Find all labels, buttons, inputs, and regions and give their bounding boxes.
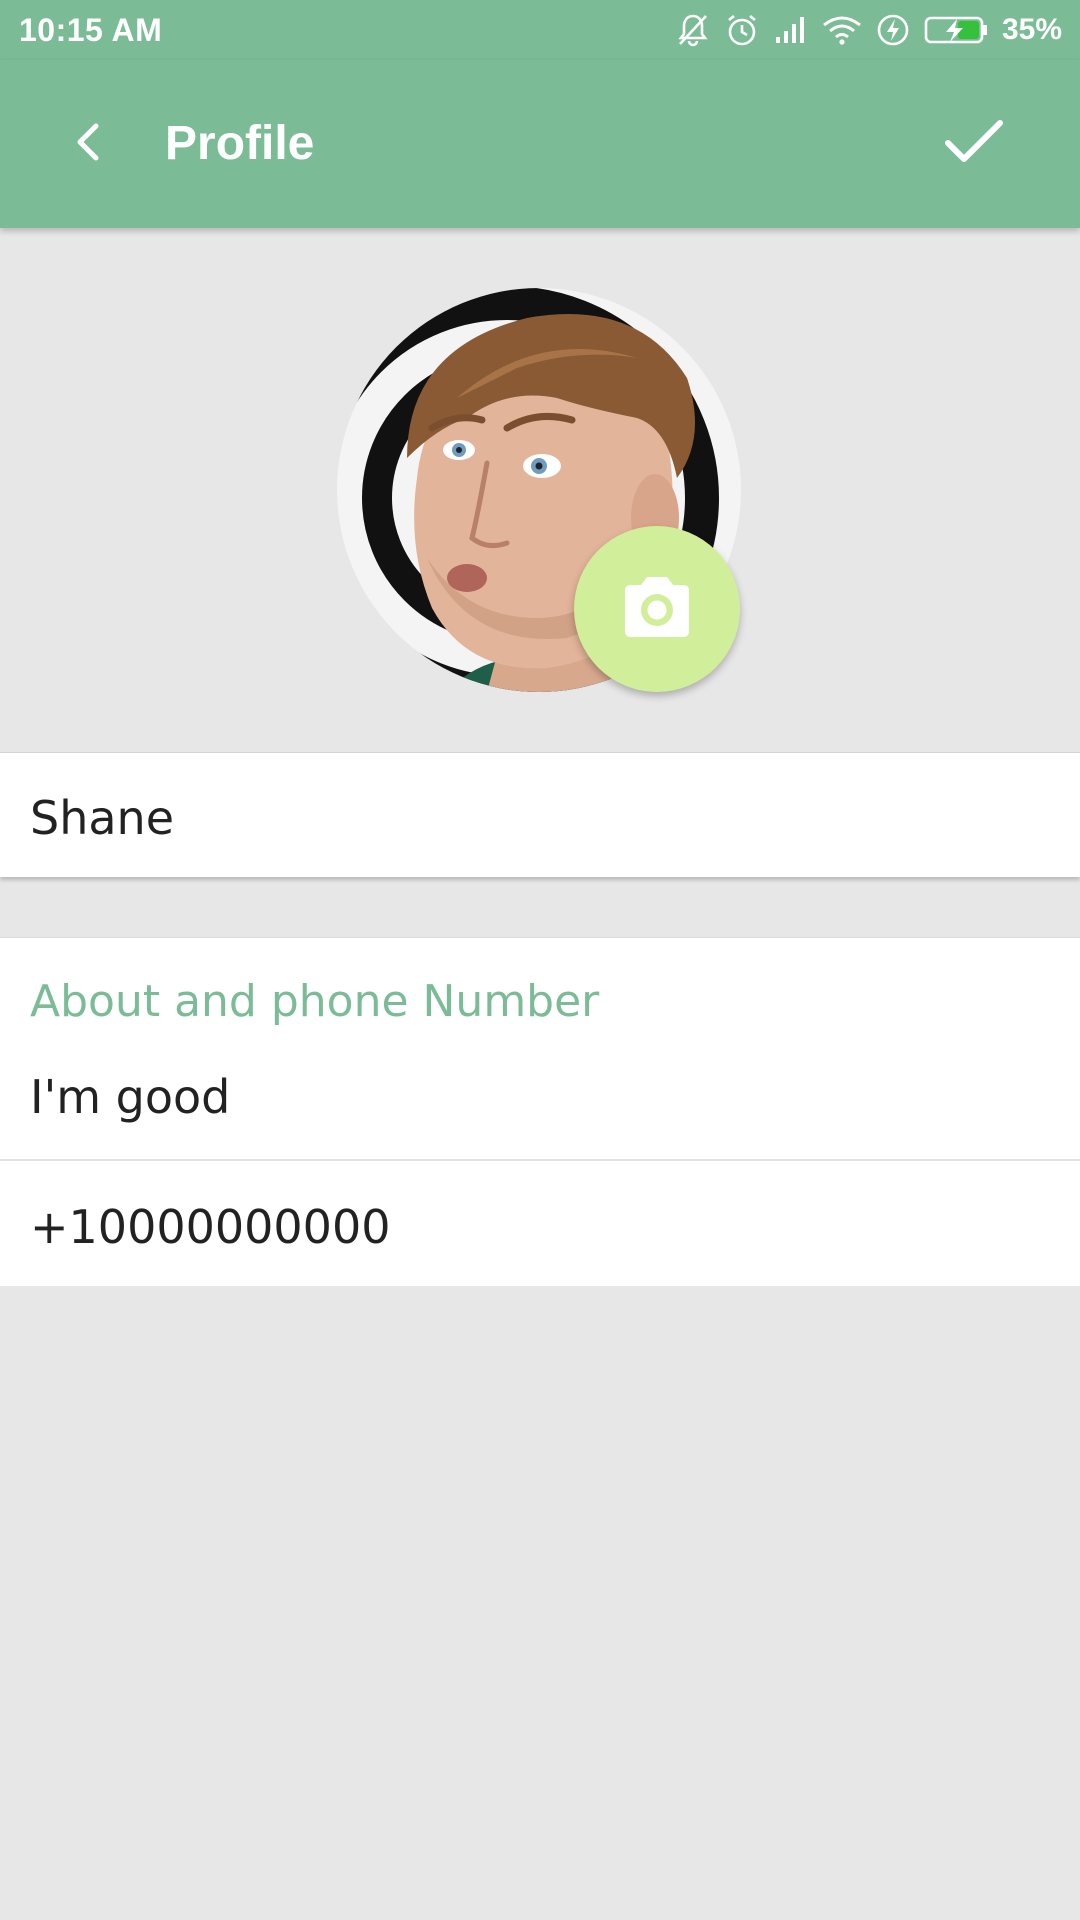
about-section: About and phone Number I'm good +1000000… [0,937,1080,1286]
about-header: About and phone Number [30,976,600,1027]
battery-icon [924,15,990,45]
charging-icon [876,13,910,47]
about-status[interactable]: I'm good [30,1070,230,1124]
divider [0,1159,1080,1161]
app-bar: Profile [0,60,1080,228]
bell-muted-icon [676,12,710,48]
page-title: Profile [165,117,315,170]
phone-number: +10000000000 [30,1200,391,1254]
camera-icon [619,575,695,644]
name-value[interactable]: Shane [30,791,174,845]
back-button[interactable] [48,104,128,184]
chevron-left-icon [68,118,108,171]
checkmark-icon [942,117,1006,172]
wifi-icon [822,15,862,45]
save-button[interactable] [934,104,1014,184]
battery-percent: 35% [1001,13,1062,46]
alarm-icon [724,12,760,48]
status-bar: 10:15 AM 35% [0,0,1080,60]
change-photo-button[interactable] [574,526,740,692]
name-field[interactable]: Shane [0,752,1080,877]
signal-icon [774,15,808,45]
status-time: 10:15 AM [19,12,163,48]
status-icons: 35% [676,10,1062,50]
